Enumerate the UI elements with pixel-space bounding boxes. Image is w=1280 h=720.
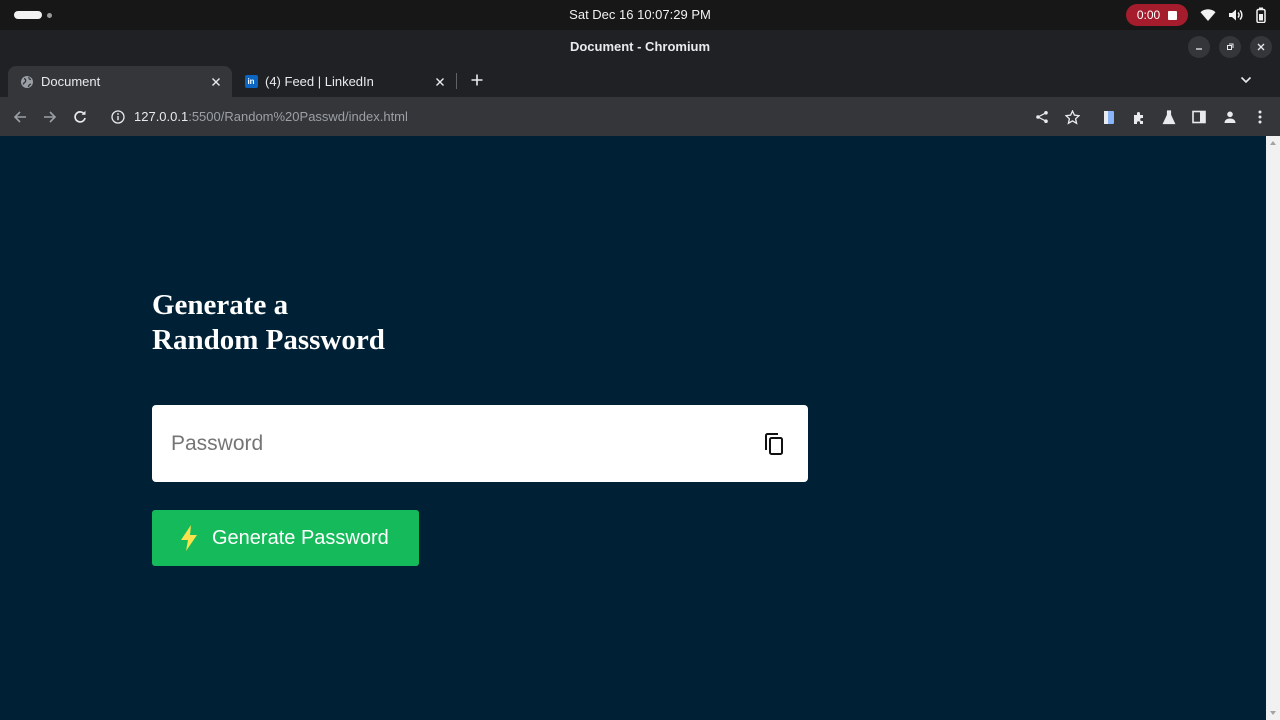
site-info-icon[interactable]: [110, 109, 126, 125]
scroll-up-arrow-icon[interactable]: [1270, 141, 1276, 145]
puzzle-icon: [1133, 111, 1143, 124]
close-icon: [212, 77, 220, 86]
share-button[interactable]: [1031, 106, 1053, 128]
forward-button[interactable]: [39, 106, 61, 128]
scroll-down-arrow-icon[interactable]: [1270, 711, 1276, 715]
url-text: 127.0.0.1:5500/Random%20Passwd/index.htm…: [134, 109, 408, 124]
side-panel-button[interactable]: [1188, 106, 1210, 128]
password-input[interactable]: [152, 405, 742, 482]
document-extension-icon: [1104, 110, 1114, 124]
volume-icon: [1228, 8, 1244, 22]
tab-title: (4) Feed | LinkedIn: [265, 74, 374, 89]
recording-time: 0:00: [1136, 8, 1161, 22]
copy-icon: [765, 433, 783, 455]
linkedin-logo: in: [244, 75, 258, 88]
reload-icon: [74, 110, 86, 123]
bookmark-button[interactable]: [1061, 106, 1083, 128]
copy-button[interactable]: [760, 429, 788, 459]
close-icon: [1257, 43, 1265, 51]
flask-icon: [1162, 109, 1176, 124]
battery-icon: [1256, 7, 1266, 23]
menu-button[interactable]: [1249, 106, 1271, 128]
profile-button[interactable]: [1219, 106, 1241, 128]
page-heading: Generate a Random Password: [152, 288, 385, 358]
back-button[interactable]: [9, 106, 31, 128]
password-output-box: [152, 405, 808, 482]
generate-password-button[interactable]: Generate Password: [152, 510, 419, 566]
tab-linkedin[interactable]: in (4) Feed | LinkedIn: [232, 66, 456, 97]
extension-button[interactable]: [1098, 106, 1120, 128]
tab-separator: [456, 73, 457, 89]
system-top-bar: Sat Dec 16 10:07:29 PM 0:00: [0, 0, 1280, 30]
tab-search-button[interactable]: [1236, 70, 1256, 90]
new-tab-button[interactable]: [467, 70, 487, 90]
wifi-icon: [1200, 8, 1216, 22]
tab-close-button[interactable]: [432, 74, 448, 90]
kebab-menu-icon: [1258, 110, 1262, 124]
side-panel-icon: [1192, 110, 1206, 124]
forward-arrow-icon: [44, 111, 57, 123]
address-bar[interactable]: 127.0.0.1:5500/Random%20Passwd/index.htm…: [102, 102, 1022, 131]
page-viewport: Generate a Random Password Generate Pass…: [0, 136, 1280, 720]
plus-icon: [471, 74, 483, 86]
tab-document[interactable]: Document: [8, 66, 232, 97]
url-host: 127.0.0.1: [134, 109, 189, 124]
heading-line-2: Random Password: [152, 324, 385, 356]
screen-recording-indicator[interactable]: 0:00: [1126, 4, 1188, 26]
lightning-bolt-icon: [178, 524, 200, 552]
maximize-button[interactable]: [1219, 36, 1241, 58]
tab-close-button[interactable]: [208, 74, 224, 90]
person-icon: [1224, 111, 1236, 123]
clock[interactable]: Sat Dec 16 10:07:29 PM: [0, 7, 1280, 22]
generate-password-label: Generate Password: [212, 526, 389, 549]
heading-line-1: Generate a: [152, 289, 289, 321]
system-tray[interactable]: 0:00: [1126, 4, 1266, 26]
window-title: Document - Chromium: [569, 39, 711, 54]
star-icon: [1064, 109, 1080, 125]
vertical-scrollbar[interactable]: [1266, 136, 1280, 720]
stop-recording-icon: [1168, 10, 1178, 20]
minimize-icon: [1196, 48, 1202, 50]
share-icon: [1036, 111, 1048, 123]
linkedin-icon: in: [244, 75, 258, 89]
extensions-menu-button[interactable]: [1128, 106, 1150, 128]
chevron-down-icon: [1240, 76, 1252, 84]
labs-button[interactable]: [1158, 106, 1180, 128]
browser-toolbar: 127.0.0.1:5500/Random%20Passwd/index.htm…: [0, 97, 1280, 136]
window-title-bar: Document - Chromium: [0, 30, 1280, 64]
url-path: :5500/Random%20Passwd/index.html: [188, 109, 408, 124]
globe-icon: [20, 75, 34, 89]
tab-strip: Document in (4) Feed | LinkedIn: [0, 64, 1280, 97]
tab-title: Document: [41, 74, 101, 89]
close-window-button[interactable]: [1250, 36, 1272, 58]
back-arrow-icon: [13, 111, 26, 123]
window-controls: [1188, 36, 1272, 58]
close-icon: [436, 77, 444, 86]
minimize-button[interactable]: [1188, 36, 1210, 58]
restore-icon: [1227, 43, 1234, 50]
reload-button[interactable]: [69, 106, 91, 128]
